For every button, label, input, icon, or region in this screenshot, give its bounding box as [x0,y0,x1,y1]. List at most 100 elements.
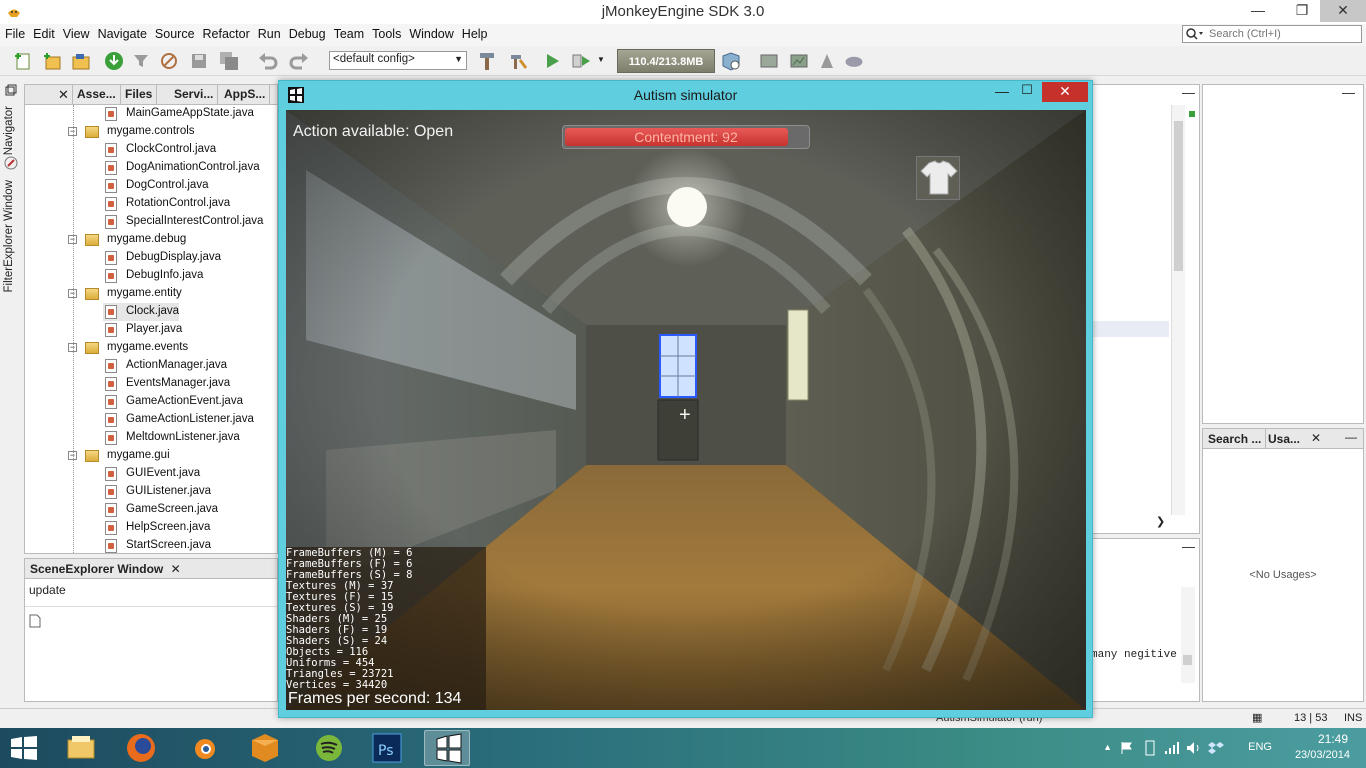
terrain-editor-icon[interactable] [788,50,810,72]
undo-icon[interactable] [257,50,279,72]
debug-dropdown-icon[interactable]: ▼ [597,55,605,64]
tree-package[interactable]: − mygame.entity [65,285,277,303]
tree-file[interactable]: Player.java [103,321,277,339]
network-signal-icon[interactable] [1164,741,1180,755]
tree-file[interactable]: DebugDisplay.java [103,249,277,267]
document-icon[interactable] [29,614,41,628]
dropbox-icon[interactable] [1208,740,1224,756]
save-all-icon[interactable] [218,50,240,72]
filter-icon[interactable] [130,50,152,72]
close-button[interactable]: ✕ [1320,0,1366,22]
profile-icon[interactable] [720,50,742,72]
3d-box-app-icon[interactable] [242,730,288,766]
redo-icon[interactable] [288,50,310,72]
build-hammer-icon[interactable] [476,50,498,72]
tree-file[interactable]: MainGameAppState.java [103,105,277,123]
close-tab-icon[interactable]: ✕ [1311,431,1321,445]
tree-file[interactable]: Clock.java [103,303,179,321]
device-icon[interactable] [1144,740,1156,756]
tab-files[interactable]: Files [121,85,158,104]
scene-explorer-selection[interactable]: update [25,579,277,607]
windows-start-icon[interactable] [10,736,38,760]
tree-file[interactable]: GameActionListener.java [103,411,277,429]
notifications-icon[interactable]: ▦ [1252,711,1262,724]
autism-simulator-taskbar-icon[interactable] [424,730,470,766]
menu-tools[interactable]: Tools [368,24,405,41]
menu-source[interactable]: Source [151,24,199,41]
menu-help[interactable]: Help [458,24,492,41]
menu-edit[interactable]: Edit [29,24,59,41]
tree-file[interactable]: SpecialInterestControl.java [103,213,277,231]
menu-team[interactable]: Team [330,24,369,41]
tree-file[interactable]: ClockControl.java [103,141,277,159]
open-project-icon[interactable] [70,50,92,72]
file-explorer-icon[interactable] [58,730,104,766]
output-scrollbar[interactable] [1181,587,1195,683]
download-icon[interactable] [103,50,125,72]
tab-search[interactable]: Search ... [1208,432,1261,446]
compass-icon[interactable] [4,156,18,170]
menu-view[interactable]: View [59,24,94,41]
inventory-slot[interactable] [916,156,960,200]
action-center-flag-icon[interactable] [1120,741,1134,755]
tree-package[interactable]: − mygame.debug [65,231,277,249]
tab-appstates[interactable]: AppS... [220,85,271,104]
tree-file[interactable]: GameScreen.java [103,501,277,519]
tab-usages[interactable]: Usa... [1268,432,1300,446]
search-input[interactable] [1209,27,1359,41]
tree-package[interactable]: − mygame.controls [65,123,277,141]
tree-file[interactable]: GameActionEvent.java [103,393,277,411]
menu-debug[interactable]: Debug [285,24,330,41]
tree-file[interactable]: StartScreen.java [103,537,277,553]
tab-assets[interactable]: Asse... [72,85,121,104]
tab-services[interactable]: Servi... [170,85,219,104]
tree-file[interactable]: DogControl.java [103,177,277,195]
close-tab-icon[interactable]: ✕ [58,87,69,103]
tree-file[interactable]: DebugInfo.java [103,267,277,285]
menu-run[interactable]: Run [254,24,285,41]
magic-wand-icon[interactable] [158,50,180,72]
new-project-icon[interactable] [41,50,63,72]
close-button[interactable]: ✕ [1042,82,1088,102]
menu-refactor[interactable]: Refactor [199,24,254,41]
clock-time[interactable]: 21:49 [1318,732,1348,746]
menu-navigate[interactable]: Navigate [94,24,151,41]
game-titlebar[interactable]: Autism simulator — ☐ ✕ [279,81,1092,110]
menu-file[interactable]: File [0,24,29,41]
tab-navigator[interactable]: Navigator [3,106,15,155]
memory-meter[interactable]: 110.4/213.8MB [617,49,715,73]
tree-file[interactable]: ActionManager.java [103,357,277,375]
spotify-icon[interactable] [306,730,352,766]
minimize-panel-icon[interactable]: — [1345,430,1357,444]
scene-explorer-tab[interactable]: SceneExplorer Window ✕ [25,559,277,579]
show-hidden-icons-icon[interactable]: ▲ [1103,742,1112,752]
debug-icon[interactable] [570,50,592,72]
scrollbar-thumb[interactable] [1174,121,1183,271]
model-import-icon[interactable] [843,50,865,72]
menu-window[interactable]: Window [405,24,457,41]
tree-file[interactable]: HelpScreen.java [103,519,277,537]
minimize-panel-icon[interactable]: — [1182,85,1195,100]
game-viewport[interactable]: Action available: Open Contentment: 92 +… [286,110,1086,710]
tree-file[interactable]: DogAnimationControl.java [103,159,277,177]
maximize-button[interactable]: ☐ [1017,82,1037,98]
scroll-right-icon[interactable]: ❯ [1156,515,1165,528]
restore-window-group-icon[interactable] [5,84,17,96]
config-dropdown[interactable]: <default config> ▼ [329,51,467,70]
tree-package[interactable]: − mygame.events [65,339,277,357]
tab-filter-explorer[interactable]: FilterExplorer Window [3,180,15,292]
clean-build-icon[interactable] [507,50,529,72]
close-tab-icon[interactable]: ✕ [171,562,181,576]
tree-package[interactable]: − mygame.gui [65,447,277,465]
restore-button[interactable]: ❐ [1286,0,1318,22]
tree-file[interactable]: EventsManager.java [103,375,277,393]
scrollbar-thumb[interactable] [1183,655,1192,665]
photoshop-icon[interactable]: Ps [364,730,410,766]
tree-file[interactable]: GUIEvent.java [103,465,277,483]
input-language[interactable]: ENG [1248,741,1272,753]
tree-file[interactable]: MeltdownListener.java [103,429,277,447]
run-icon[interactable] [541,50,563,72]
scene-composer-icon[interactable] [758,50,780,72]
firefox-icon[interactable] [118,730,164,766]
tree-file[interactable]: RotationControl.java [103,195,277,213]
